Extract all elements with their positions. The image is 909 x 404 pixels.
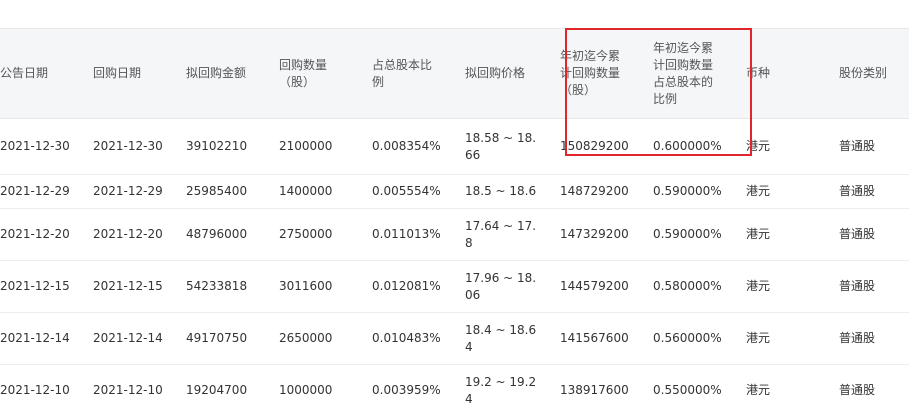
- cell-share-ratio: 0.011013%: [372, 227, 441, 241]
- cell-quantity: 2650000: [279, 331, 333, 345]
- cell-announce-date: 2021-12-15: [0, 279, 70, 293]
- cell-currency: 港元: [746, 139, 771, 153]
- header-label: 回购数量 （股）: [279, 57, 328, 89]
- cell-ytd-quantity: 144579200: [560, 279, 629, 293]
- cell-ytd-quantity: 150829200: [560, 139, 629, 153]
- cell-announce-date: 2021-12-14: [0, 331, 70, 345]
- header-label: 年初迄今累 计回购数量 占总股本的 比例: [653, 40, 714, 106]
- cell-share-class: 普通股: [839, 227, 876, 241]
- cell-ytd-ratio: 0.580000%: [653, 279, 722, 293]
- cell-buyback-date: 2021-12-14: [93, 331, 163, 345]
- cell-ytd-ratio: 0.600000%: [653, 139, 722, 153]
- header-planned-amount[interactable]: 拟回购金额: [186, 28, 279, 119]
- cell-currency: 港元: [746, 279, 771, 293]
- table-row[interactable]: 2021-12-10 2021-12-10 19204700 1000000 0…: [0, 365, 909, 404]
- header-currency[interactable]: 币种: [746, 28, 839, 119]
- cell-quantity: 2750000: [279, 227, 333, 241]
- header-label: 拟回购金额: [186, 66, 247, 80]
- cell-currency: 港元: [746, 184, 771, 198]
- cell-share-class: 普通股: [839, 184, 876, 198]
- cell-announce-date: 2021-12-20: [0, 227, 70, 241]
- cell-ytd-quantity: 148729200: [560, 184, 629, 198]
- cell-share-class: 普通股: [839, 331, 876, 345]
- cell-planned-amount: 48796000: [186, 227, 248, 241]
- cell-buyback-date: 2021-12-20: [93, 227, 163, 241]
- cell-quantity: 3011600: [279, 279, 333, 293]
- cell-planned-amount: 39102210: [186, 139, 248, 153]
- cell-quantity: 2100000: [279, 139, 333, 153]
- header-ytd-ratio[interactable]: 年初迄今累 计回购数量 占总股本的 比例: [653, 28, 746, 119]
- cell-quantity: 1400000: [279, 184, 333, 198]
- cell-share-ratio: 0.003959%: [372, 383, 441, 397]
- cell-share-ratio: 0.012081%: [372, 279, 441, 293]
- header-ytd-quantity[interactable]: 年初迄今累 计回购数量 （股）: [560, 28, 653, 119]
- header-label: 年初迄今累 计回购数量 （股）: [560, 49, 621, 97]
- cell-ytd-ratio: 0.590000%: [653, 227, 722, 241]
- cell-ytd-ratio: 0.560000%: [653, 331, 722, 345]
- cell-announce-date: 2021-12-30: [0, 139, 70, 153]
- header-announce-date[interactable]: 公告日期: [0, 28, 93, 119]
- header-share-class[interactable]: 股份类别: [839, 28, 909, 119]
- header-quantity[interactable]: 回购数量 （股）: [279, 28, 372, 119]
- cell-price: 18.4 ~ 18.6 4: [465, 322, 537, 354]
- cell-announce-date: 2021-12-10: [0, 383, 70, 397]
- cell-currency: 港元: [746, 227, 771, 241]
- cell-share-class: 普通股: [839, 279, 876, 293]
- cell-price: 19.2 ~ 19.2 4: [465, 374, 537, 404]
- header-label: 占总股本比 例: [372, 57, 433, 89]
- top-band: [0, 0, 909, 28]
- cell-ytd-quantity: 147329200: [560, 227, 629, 241]
- cell-planned-amount: 54233818: [186, 279, 248, 293]
- buyback-table: 公告日期 回购日期 拟回购金额 回购数量 （股） 占总股本比 例 拟回购价格 年…: [0, 28, 909, 404]
- header-label: 拟回购价格: [465, 66, 526, 80]
- header-row: 公告日期 回购日期 拟回购金额 回购数量 （股） 占总股本比 例 拟回购价格 年…: [0, 28, 909, 119]
- header-label: 公告日期: [0, 66, 49, 80]
- cell-ytd-ratio: 0.550000%: [653, 383, 722, 397]
- cell-planned-amount: 19204700: [186, 383, 248, 397]
- cell-buyback-date: 2021-12-30: [93, 139, 163, 153]
- cell-buyback-date: 2021-12-29: [93, 184, 163, 198]
- cell-share-class: 普通股: [839, 139, 876, 153]
- cell-currency: 港元: [746, 383, 771, 397]
- table-row[interactable]: 2021-12-14 2021-12-14 49170750 2650000 0…: [0, 313, 909, 365]
- cell-price: 18.58 ~ 18. 66: [465, 130, 537, 162]
- header-buyback-date[interactable]: 回购日期: [93, 28, 186, 119]
- table-row[interactable]: 2021-12-15 2021-12-15 54233818 3011600 0…: [0, 261, 909, 313]
- cell-buyback-date: 2021-12-15: [93, 279, 163, 293]
- cell-ytd-quantity: 138917600: [560, 383, 629, 397]
- cell-share-ratio: 0.005554%: [372, 184, 441, 198]
- cell-share-ratio: 0.010483%: [372, 331, 441, 345]
- cell-buyback-date: 2021-12-10: [93, 383, 163, 397]
- cell-announce-date: 2021-12-29: [0, 184, 70, 198]
- cell-price: 18.5 ~ 18.6: [465, 184, 537, 198]
- header-label: 股份类别: [839, 66, 888, 80]
- cell-ytd-quantity: 141567600: [560, 331, 629, 345]
- table-row[interactable]: 2021-12-20 2021-12-20 48796000 2750000 0…: [0, 209, 909, 261]
- cell-share-ratio: 0.008354%: [372, 139, 441, 153]
- cell-planned-amount: 49170750: [186, 331, 248, 345]
- cell-currency: 港元: [746, 331, 771, 345]
- table-row[interactable]: 2021-12-30 2021-12-30 39102210 2100000 0…: [0, 119, 909, 175]
- table-row[interactable]: 2021-12-29 2021-12-29 25985400 1400000 0…: [0, 175, 909, 209]
- page: 公告日期 回购日期 拟回购金额 回购数量 （股） 占总股本比 例 拟回购价格 年…: [0, 0, 909, 404]
- header-price[interactable]: 拟回购价格: [465, 28, 560, 119]
- cell-quantity: 1000000: [279, 383, 333, 397]
- cell-share-class: 普通股: [839, 383, 876, 397]
- header-label: 回购日期: [93, 66, 142, 80]
- cell-price: 17.96 ~ 18. 06: [465, 270, 537, 302]
- header-label: 币种: [746, 66, 771, 80]
- cell-price: 17.64 ~ 17. 8: [465, 218, 537, 250]
- cell-planned-amount: 25985400: [186, 184, 248, 198]
- header-share-ratio[interactable]: 占总股本比 例: [372, 28, 465, 119]
- cell-ytd-ratio: 0.590000%: [653, 184, 722, 198]
